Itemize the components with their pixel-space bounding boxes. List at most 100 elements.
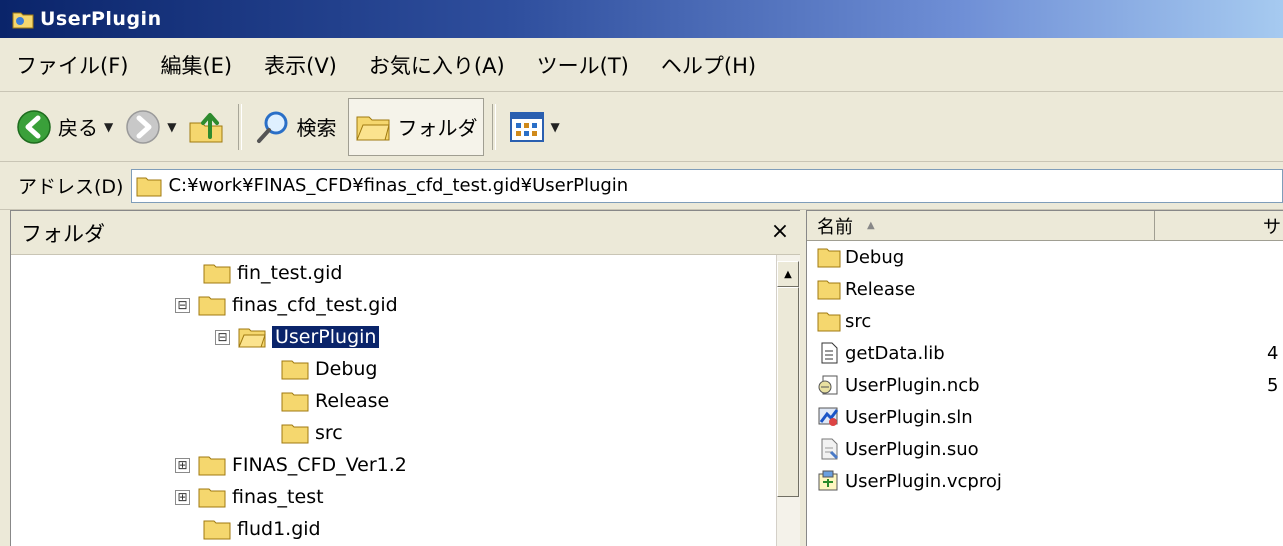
menu-tools[interactable]: ツール(T) — [533, 48, 633, 82]
file-name: getData.lib — [845, 342, 945, 364]
tree-node[interactable]: Debug — [281, 353, 377, 385]
explorer-folder-icon — [12, 12, 34, 29]
back-dropdown-icon[interactable]: ▼ — [104, 120, 113, 134]
up-folder-icon — [189, 112, 223, 142]
menu-help[interactable]: ヘルプ(H) — [657, 48, 760, 82]
folder-icon — [198, 456, 226, 476]
search-label: 検索 — [296, 116, 337, 140]
folder-icon — [281, 424, 309, 444]
scroll-thumb[interactable] — [777, 287, 799, 497]
file-size: 4 — [1267, 342, 1279, 364]
ncb-file-icon — [818, 375, 838, 395]
folder-icon — [136, 177, 162, 196]
back-button[interactable]: 戻る ▼ — [10, 98, 119, 156]
tree-node[interactable]: ⊞ FINAS_CFD_Ver1.2 — [175, 449, 407, 481]
sort-ascending-icon: ▲ — [867, 220, 875, 231]
column-header-size[interactable]: サ — [1155, 211, 1283, 240]
toolbar: 戻る ▼ ▼ 検索 フォルダ ▼ — [0, 92, 1283, 162]
views-dropdown-icon[interactable]: ▼ — [550, 120, 559, 134]
scroll-up-icon[interactable]: ▲ — [777, 261, 799, 287]
list-item[interactable]: UserPlugin.suo — [817, 433, 1277, 465]
tree-node-label: finas_test — [232, 486, 324, 508]
menu-bar: ファイル(F) 編集(E) 表示(V) お気に入り(A) ツール(T) ヘルプ(… — [0, 38, 1283, 92]
expand-icon[interactable]: ⊞ — [175, 457, 190, 473]
suo-file-icon — [821, 438, 839, 460]
file-list-pane: 名前 ▲ サ Debug Release src getData.lib 4 U… — [806, 210, 1283, 546]
close-icon[interactable]: × — [768, 219, 792, 244]
list-item[interactable]: Debug — [817, 241, 1277, 273]
tree-node[interactable]: ⊟ UserPlugin — [215, 321, 381, 353]
toolbar-separator — [238, 103, 243, 150]
column-header-label: サ — [1263, 216, 1281, 238]
folder-icon — [281, 392, 309, 412]
tree-node-label: finas_cfd_test.gid — [232, 294, 398, 316]
title-bar[interactable]: UserPlugin — [0, 0, 1283, 38]
file-name: UserPlugin.vcproj — [845, 470, 1002, 492]
search-button[interactable]: 検索 — [250, 98, 342, 156]
tree-node-label-selected: UserPlugin — [270, 325, 381, 349]
file-name: UserPlugin.ncb — [845, 374, 980, 396]
forward-arrow-icon — [126, 109, 160, 144]
file-name: src — [845, 310, 872, 332]
collapse-icon[interactable]: ⊟ — [175, 297, 190, 313]
file-name: Debug — [845, 246, 905, 268]
expand-icon[interactable]: ⊞ — [175, 489, 190, 505]
forward-dropdown-icon[interactable]: ▼ — [167, 120, 176, 134]
list-item[interactable]: UserPlugin.ncb 5 — [817, 369, 1279, 401]
folder-pane-title: フォルダ — [21, 221, 105, 246]
folder-tree: fin_test.gid ⊟ finas_cfd_test.gid ⊟ User… — [11, 255, 776, 546]
file-size: 5 — [1267, 374, 1279, 396]
file-name: UserPlugin.suo — [845, 438, 979, 460]
list-item[interactable]: getData.lib 4 — [817, 337, 1279, 369]
folder-icon — [817, 248, 841, 268]
window-title: UserPlugin — [40, 8, 162, 30]
toolbar-separator — [492, 103, 497, 150]
forward-button[interactable]: ▼ — [119, 98, 182, 156]
tree-node-label: Debug — [315, 358, 378, 380]
folder-icon — [198, 488, 226, 508]
folders-button[interactable]: フォルダ — [348, 97, 485, 156]
collapse-icon[interactable]: ⊟ — [215, 329, 230, 345]
tree-node-label: FINAS_CFD_Ver1.2 — [232, 454, 407, 476]
folder-icon — [203, 520, 231, 540]
column-header-name[interactable]: 名前 ▲ — [807, 211, 1155, 240]
menu-file[interactable]: ファイル(F) — [12, 48, 132, 82]
menu-view[interactable]: 表示(V) — [260, 48, 341, 82]
folder-icon — [281, 360, 309, 380]
views-icon — [510, 111, 545, 142]
list-item[interactable]: UserPlugin.vcproj — [817, 465, 1277, 497]
file-name: Release — [845, 278, 916, 300]
back-label: 戻る — [58, 116, 98, 140]
tree-node-label: flud1.gid — [237, 518, 321, 540]
folder-icon — [817, 280, 841, 300]
folders-label: フォルダ — [397, 116, 478, 140]
views-button[interactable]: ▼ — [504, 98, 565, 156]
list-item[interactable]: UserPlugin.sln — [817, 401, 1277, 433]
tree-node[interactable]: flud1.gid — [203, 513, 321, 545]
list-item[interactable]: Release — [817, 273, 1277, 305]
folder-tree-scrollbar[interactable]: ▲ — [776, 255, 800, 546]
tree-node-label: Release — [315, 390, 390, 412]
tree-node[interactable]: fin_test.gid — [203, 257, 342, 289]
address-label: アドレス(D) — [18, 176, 124, 198]
tree-node[interactable]: ⊟ finas_cfd_test.gid — [175, 289, 398, 321]
back-arrow-icon — [17, 109, 51, 144]
column-header-label: 名前 — [817, 216, 853, 238]
address-field[interactable]: C:¥work¥FINAS_CFD¥finas_cfd_test.gid¥Use… — [131, 168, 1283, 203]
address-bar: アドレス(D) C:¥work¥FINAS_CFD¥finas_cfd_test… — [0, 162, 1283, 210]
tree-node[interactable]: src — [281, 417, 343, 449]
search-icon — [257, 111, 288, 143]
folder-pane-header: フォルダ × — [11, 211, 800, 255]
list-item[interactable]: src — [817, 305, 1277, 337]
up-folder-button[interactable] — [182, 98, 230, 156]
menu-edit[interactable]: 編集(E) — [156, 48, 236, 82]
tree-node[interactable]: Release — [281, 385, 389, 417]
tree-node[interactable]: ⊞ finas_test — [175, 481, 324, 513]
vcproj-file-icon — [818, 470, 838, 491]
menu-favorites[interactable]: お気に入り(A) — [365, 48, 509, 82]
tree-node-label: fin_test.gid — [237, 262, 343, 284]
folder-icon — [198, 296, 226, 316]
folder-icon — [203, 264, 231, 284]
column-header-row: 名前 ▲ サ — [807, 211, 1283, 241]
open-folder-icon — [238, 328, 266, 348]
